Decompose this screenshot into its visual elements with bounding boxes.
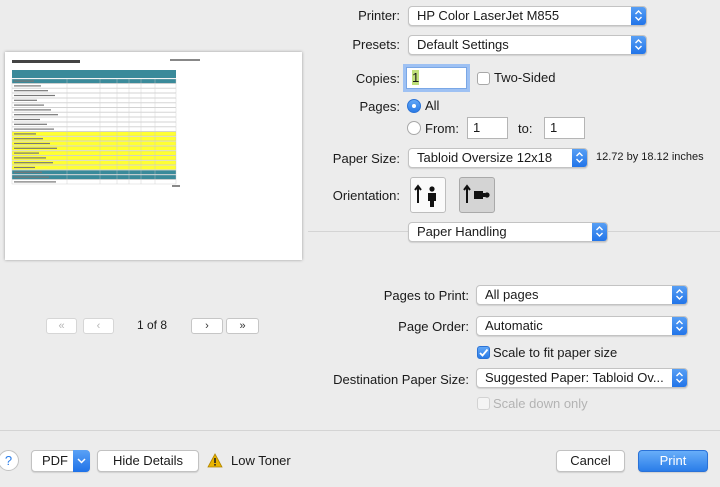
pages-to-print-label: Pages to Print: [383, 288, 469, 303]
destination-paper-label: Destination Paper Size: [333, 372, 469, 387]
page-indicator: 1 of 8 [137, 318, 168, 332]
pages-from-value: 1 [473, 120, 481, 135]
chevron-down-icon[interactable] [73, 450, 90, 472]
two-sided-label: Two-Sided [494, 70, 556, 85]
footer-separator [0, 430, 720, 431]
checkmark-icon [479, 348, 489, 357]
page-preview-thumbnail [5, 52, 302, 260]
scale-down-only-label: Scale down only [493, 396, 588, 411]
scale-to-fit-label: Scale to fit paper size [493, 345, 618, 360]
chevron-up-down-icon [672, 286, 687, 304]
paper-size-label: Paper Size: [332, 151, 400, 166]
hide-details-label: Hide Details [112, 453, 184, 468]
page-preview [5, 52, 302, 260]
page-order-value: Automatic [485, 318, 543, 333]
portrait-orientation-button[interactable] [410, 177, 446, 213]
pages-to-print-select[interactable]: All pages [476, 285, 688, 305]
landscape-person-icon [463, 184, 490, 203]
warning-triangle-icon [207, 453, 223, 468]
paper-size-select[interactable]: Tabloid Oversize 12x18 [408, 148, 588, 168]
help-button[interactable]: ? [0, 450, 19, 471]
section-select[interactable]: Paper Handling [408, 222, 608, 242]
warning-text: Low Toner [231, 453, 291, 468]
page-order-label: Page Order: [398, 319, 469, 334]
cancel-label: Cancel [570, 453, 611, 468]
pages-from-label: From: [425, 121, 459, 136]
cancel-button[interactable]: Cancel [556, 450, 625, 472]
pages-to-label: to: [518, 121, 533, 136]
chevron-up-down-icon [672, 317, 687, 335]
presets-select[interactable]: Default Settings [408, 35, 647, 55]
pages-to-input[interactable]: 1 [544, 117, 585, 139]
landscape-orientation-button[interactable] [459, 177, 495, 213]
scale-to-fit-checkbox[interactable] [477, 346, 490, 359]
two-sided-checkbox[interactable] [477, 72, 490, 85]
print-button[interactable]: Print [638, 450, 708, 472]
chevron-up-down-icon [631, 36, 646, 54]
copies-value: 1 [412, 70, 420, 85]
pdf-label: PDF [42, 453, 68, 468]
print-label: Print [659, 453, 687, 468]
pages-label: Pages: [359, 99, 400, 114]
portrait-person-icon [414, 184, 436, 207]
next-page-button[interactable]: › [191, 318, 223, 334]
orientation-label: Orientation: [332, 188, 400, 203]
printer-select[interactable]: HP Color LaserJet M855 [408, 6, 647, 26]
chevron-up-down-icon [631, 7, 646, 25]
section-value: Paper Handling [417, 224, 507, 239]
pdf-button[interactable]: PDF [31, 450, 90, 472]
presets-value: Default Settings [417, 37, 509, 52]
last-page-button[interactable]: » [226, 318, 259, 334]
pages-to-print-value: All pages [485, 287, 539, 302]
chevron-up-down-icon [592, 223, 607, 241]
hide-details-button[interactable]: Hide Details [97, 450, 199, 472]
paper-size-value: Tabloid Oversize 12x18 [417, 150, 553, 165]
chevron-up-down-icon [672, 369, 687, 387]
paper-dimensions: 12.72 by 18.12 inches [596, 151, 704, 163]
pages-all-radio[interactable] [407, 99, 421, 113]
presets-label: Presets: [352, 37, 400, 52]
pages-from-input[interactable]: 1 [467, 117, 508, 139]
pages-all-label: All [425, 98, 440, 113]
pages-range-radio[interactable] [407, 121, 421, 135]
first-page-button[interactable]: « [46, 318, 77, 334]
previous-page-button[interactable]: ‹ [83, 318, 114, 334]
help-icon: ? [4, 453, 13, 468]
chevron-up-down-icon [572, 149, 587, 167]
destination-paper-select[interactable]: Suggested Paper: Tabloid Ov... [476, 368, 688, 388]
page-order-select[interactable]: Automatic [476, 316, 688, 336]
destination-paper-value: Suggested Paper: Tabloid Ov... [485, 370, 664, 385]
copies-input[interactable]: 1 [406, 67, 467, 89]
printer-value: HP Color LaserJet M855 [417, 8, 560, 23]
printer-label: Printer: [358, 8, 400, 23]
pages-to-value: 1 [550, 120, 558, 135]
copies-label: Copies: [355, 71, 400, 86]
scale-down-only-checkbox[interactable] [477, 397, 490, 410]
